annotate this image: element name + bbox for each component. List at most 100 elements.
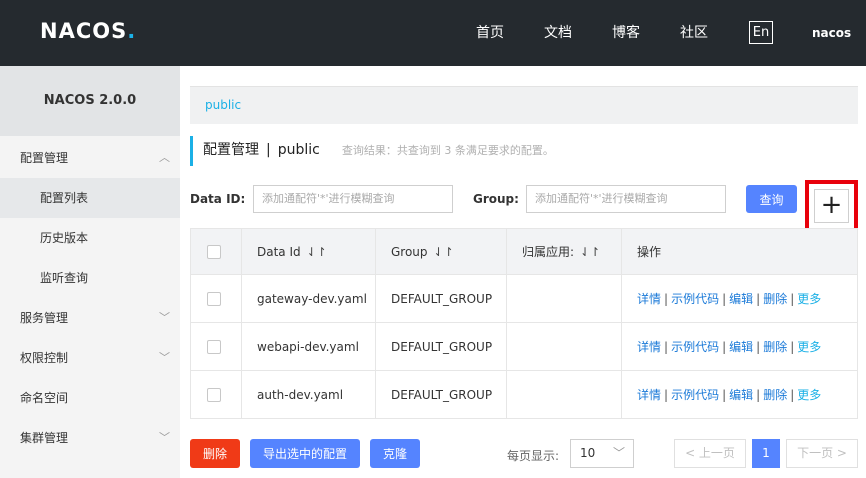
- delete-link[interactable]: 删除: [763, 292, 787, 306]
- delete-link[interactable]: 删除: [763, 340, 787, 354]
- edit-link[interactable]: 编辑: [729, 340, 753, 354]
- sample-code-link[interactable]: 示例代码: [671, 292, 719, 306]
- sidebar-item-service-management[interactable]: 服务管理 ﹀: [0, 298, 180, 338]
- page-size-label: 每页显示:: [507, 449, 560, 463]
- clone-button[interactable]: 克隆: [370, 439, 420, 468]
- detail-link[interactable]: 详情: [637, 340, 661, 354]
- nav-home[interactable]: 首页: [476, 0, 504, 66]
- divider: |: [756, 292, 761, 306]
- sidebar-item-label: 权限控制: [20, 351, 69, 365]
- add-config-button[interactable]: +: [814, 189, 849, 223]
- query-button[interactable]: 查询: [746, 185, 797, 213]
- nav-docs[interactable]: 文档: [544, 0, 572, 66]
- table-row: gateway-dev.yaml DEFAULT_GROUP 详情 | 示例代码 | 编…: [190, 274, 858, 323]
- divider: |: [664, 340, 669, 354]
- language-switch-button[interactable]: En: [749, 21, 773, 44]
- title-separator: |: [266, 142, 271, 158]
- page-1-button[interactable]: 1: [752, 439, 780, 468]
- dataid-label: Data ID:: [190, 192, 246, 206]
- sidebar-title: NACOS 2.0.0: [0, 66, 180, 136]
- cell-app: [506, 274, 622, 323]
- page-namespace: public: [277, 142, 320, 158]
- cell-group: DEFAULT_GROUP: [375, 274, 507, 323]
- select-all-checkbox[interactable]: [207, 244, 221, 259]
- sidebar-item-label: 监听查询: [40, 271, 89, 285]
- logo-text: NACOS: [40, 19, 128, 43]
- sort-icon[interactable]: ⇃↾: [580, 245, 600, 259]
- divider: |: [790, 292, 795, 306]
- prev-page-button[interactable]: < 上一页: [674, 439, 746, 468]
- sample-code-link[interactable]: 示例代码: [671, 340, 719, 354]
- chevron-up-icon: ︿: [159, 151, 170, 164]
- sidebar-item-listener-query[interactable]: 监听查询: [0, 258, 180, 298]
- cell-group: DEFAULT_GROUP: [375, 370, 507, 419]
- col-group[interactable]: Group ⇃↾: [375, 228, 507, 275]
- logo-dot: .: [127, 19, 137, 43]
- sidebar-item-access-control[interactable]: 权限控制 ﹀: [0, 338, 180, 378]
- edit-link[interactable]: 编辑: [729, 292, 753, 306]
- cell-app: [506, 322, 622, 371]
- next-page-button[interactable]: 下一页 >: [786, 439, 858, 468]
- nav-blog[interactable]: 博客: [612, 0, 640, 66]
- col-label: Data Id: [257, 244, 301, 259]
- divider: |: [722, 292, 727, 306]
- page-size-value: 10: [580, 446, 596, 460]
- group-search-input[interactable]: 添加通配符'*'进行模糊查询: [526, 185, 726, 213]
- col-dataid[interactable]: Data Id ⇃↾: [241, 228, 376, 275]
- cell-dataid: auth-dev.yaml: [241, 370, 376, 419]
- more-link[interactable]: 更多: [797, 292, 821, 306]
- row-select-cell: [190, 322, 242, 371]
- detail-link[interactable]: 详情: [637, 388, 661, 402]
- table-row: auth-dev.yaml DEFAULT_GROUP 详情 | 示例代码 | 编辑 | 删…: [190, 370, 858, 419]
- cell-actions: 详情 | 示例代码 | 编辑 | 删除 | 更多: [621, 370, 858, 419]
- sidebar-item-history[interactable]: 历史版本: [0, 218, 180, 258]
- edit-link[interactable]: 编辑: [729, 388, 753, 402]
- divider: |: [790, 340, 795, 354]
- sort-icon[interactable]: ⇃↾: [434, 245, 454, 259]
- namespace-bar: public: [190, 86, 858, 124]
- table-row: webapi-dev.yaml DEFAULT_GROUP 详情 | 示例代码 | 编辑…: [190, 322, 858, 371]
- sidebar-item-label: 历史版本: [40, 231, 89, 245]
- divider: |: [722, 388, 727, 402]
- row-select-cell: [190, 274, 242, 323]
- more-link[interactable]: 更多: [797, 340, 821, 354]
- export-selected-button[interactable]: 导出选中的配置: [250, 439, 360, 468]
- chevron-down-icon: ﹀: [159, 431, 170, 444]
- cell-actions: 详情 | 示例代码 | 编辑 | 删除 | 更多: [621, 322, 858, 371]
- divider: |: [756, 388, 761, 402]
- row-checkbox[interactable]: [207, 339, 221, 354]
- chevron-down-icon: ﹀: [612, 446, 625, 460]
- config-table: Data Id ⇃↾ Group ⇃↾ 归属应用: ⇃↾ 操作 gateway-dev…: [190, 228, 858, 419]
- cell-app: [506, 370, 622, 419]
- user-menu[interactable]: nacos: [812, 0, 851, 66]
- sidebar-item-cluster-management[interactable]: 集群管理 ﹀: [0, 418, 180, 458]
- nacos-logo[interactable]: NACOS.: [40, 19, 136, 43]
- row-checkbox[interactable]: [207, 291, 221, 306]
- sample-code-link[interactable]: 示例代码: [671, 388, 719, 402]
- sidebar-item-config-list[interactable]: 配置列表: [0, 178, 180, 218]
- row-checkbox[interactable]: [207, 387, 221, 402]
- page-size-select[interactable]: 10 ﹀: [570, 439, 634, 468]
- detail-link[interactable]: 详情: [637, 292, 661, 306]
- cell-dataid: gateway-dev.yaml: [241, 274, 376, 323]
- page-title-text: 配置管理: [203, 142, 259, 158]
- divider: |: [756, 340, 761, 354]
- col-app[interactable]: 归属应用: ⇃↾: [506, 228, 622, 275]
- batch-delete-button[interactable]: 删除: [190, 439, 240, 468]
- divider: |: [664, 292, 669, 306]
- nav-community[interactable]: 社区: [680, 0, 708, 66]
- namespace-link-public[interactable]: public: [205, 98, 241, 112]
- col-label: 归属应用:: [522, 245, 575, 259]
- cell-group: DEFAULT_GROUP: [375, 322, 507, 371]
- sidebar-item-namespace[interactable]: 命名空间: [0, 378, 180, 418]
- sidebar-item-label: 集群管理: [20, 431, 69, 445]
- dataid-search-input[interactable]: 添加通配符'*'进行模糊查询: [253, 185, 453, 213]
- delete-link[interactable]: 删除: [763, 388, 787, 402]
- chevron-down-icon: ﹀: [159, 311, 170, 324]
- sidebar-item-config-management[interactable]: 配置管理 ︿: [0, 138, 180, 178]
- sort-icon[interactable]: ⇃↾: [307, 245, 327, 259]
- more-link[interactable]: 更多: [797, 388, 821, 402]
- top-navbar: NACOS. 首页 文档 博客 社区 En nacos: [0, 0, 866, 66]
- chevron-down-icon: ﹀: [159, 351, 170, 364]
- col-label: Group: [391, 244, 428, 259]
